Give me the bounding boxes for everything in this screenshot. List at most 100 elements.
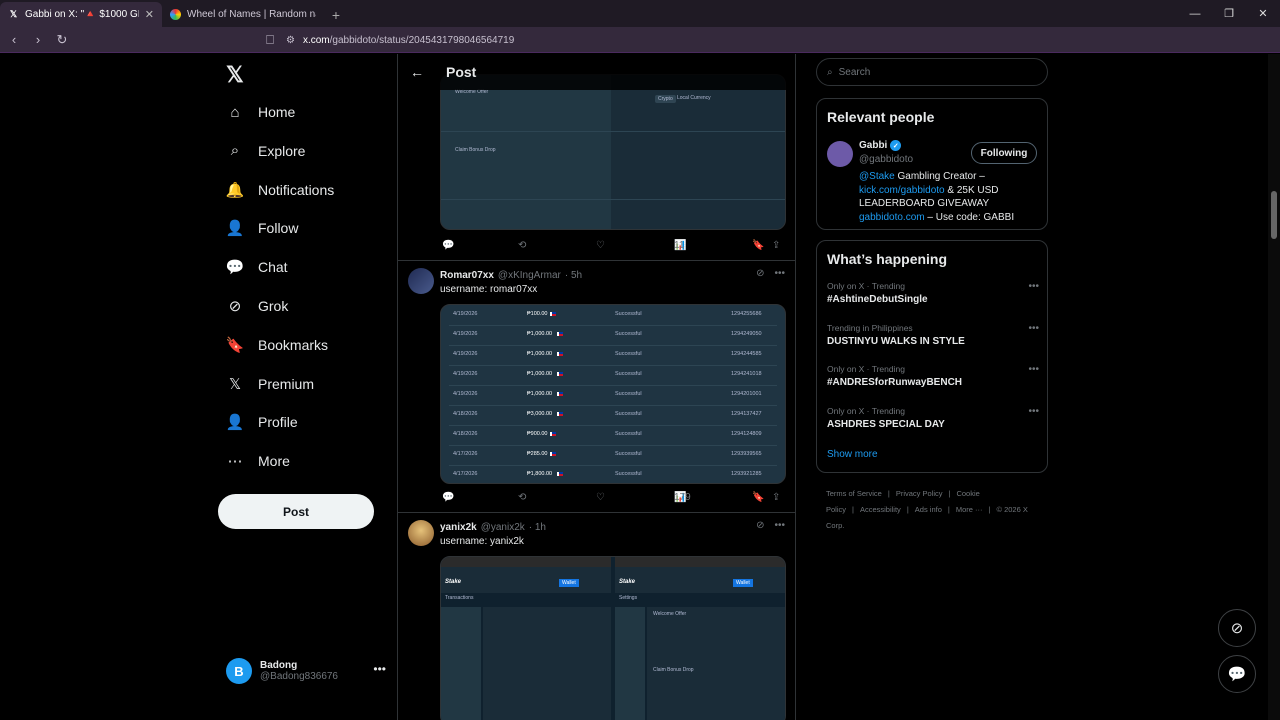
author-name[interactable]: Romar07xx xyxy=(440,270,494,281)
sidebar-item-chat[interactable]: 💬 Chat xyxy=(226,254,288,280)
ph-flag-icon xyxy=(556,472,563,476)
tx-date: 4/18/2026 xyxy=(453,431,478,437)
close-tab-icon[interactable]: ✕ xyxy=(145,8,154,21)
footer-link[interactable]: More ··· xyxy=(956,505,983,514)
tweet-author: Romar07xx @xKIngArmar · 5h xyxy=(440,268,582,282)
sidebar-item-follow[interactable]: 👤 Follow xyxy=(225,215,299,241)
author-handle[interactable]: @xKIngArmar xyxy=(498,270,561,281)
share-icon[interactable]: ⇪ xyxy=(772,240,780,251)
x-logo-icon[interactable]: 𝕏 xyxy=(226,62,244,88)
tx-status: Successful xyxy=(615,431,642,437)
more-dots-icon[interactable]: ••• xyxy=(1028,406,1039,417)
tweet-image-transactions[interactable]: 4/19/2026 ₱100.00 Successful 1294255686 4/19… xyxy=(440,304,786,484)
bio-mention[interactable]: @Stake xyxy=(859,171,895,182)
page-scrollbar[interactable] xyxy=(1268,54,1280,720)
author-handle[interactable]: @yanix2k xyxy=(481,522,525,533)
forward-arrow-icon[interactable]: › xyxy=(28,30,48,50)
sidebar-item-premium[interactable]: 𝕏 Premium xyxy=(226,371,314,397)
search-input[interactable]: ⌕ Search xyxy=(816,58,1048,86)
person-plus-icon: 👤 xyxy=(225,220,245,238)
views-icon[interactable]: 📊 179 xyxy=(674,492,691,503)
restore-icon[interactable]: ❐ xyxy=(1212,0,1246,27)
more-dots-icon[interactable]: ••• xyxy=(1028,281,1039,292)
footer-link[interactable]: Ads info xyxy=(915,505,942,514)
back-arrow-icon[interactable]: ← xyxy=(410,64,430,80)
tweet-actions-top: 💬 ⟲ ♡ 📊 11 🔖 ⇪ xyxy=(440,238,786,252)
trend-item[interactable]: Only on X · Trending #AshtineDebutSingle •… xyxy=(827,281,1039,305)
like-icon[interactable]: ♡ xyxy=(596,492,605,503)
minimize-icon[interactable]: — xyxy=(1178,0,1212,27)
views-icon[interactable]: 📊 11 xyxy=(674,240,686,251)
scrollbar-thumb[interactable] xyxy=(1271,191,1277,239)
more-dots-icon[interactable]: ••• xyxy=(1028,364,1039,375)
close-window-icon[interactable]: ✕ xyxy=(1246,0,1280,27)
more-dots-icon[interactable]: ••• xyxy=(1028,323,1039,334)
show-more-link[interactable]: Show more xyxy=(827,449,878,460)
bio-link-site[interactable]: gabbidoto.com xyxy=(859,212,925,223)
footer-link[interactable]: Accessibility xyxy=(860,505,901,514)
grok-icon[interactable]: ⊘ xyxy=(756,268,764,279)
sidebar-item-explore[interactable]: ⌕ Explore xyxy=(226,138,306,164)
avatar[interactable] xyxy=(408,268,434,294)
person-icon: 👤 xyxy=(225,414,245,432)
like-icon[interactable]: ♡ xyxy=(596,240,605,251)
site-info-icon[interactable]: ⚙ xyxy=(286,35,295,46)
tweet-time[interactable]: · 1h xyxy=(529,522,546,533)
footer-separator: | xyxy=(887,489,890,498)
back-arrow-icon[interactable]: ‹ xyxy=(4,30,24,50)
sidebar-item-profile[interactable]: 👤 Profile xyxy=(226,409,298,435)
bookmark-page-icon[interactable]: ⎕ xyxy=(260,30,280,50)
divider xyxy=(398,512,795,513)
tweet-tools: ⊘ ••• xyxy=(756,520,785,531)
footer-link[interactable]: Terms of Service xyxy=(826,489,882,498)
tx-amount: ₱1,000.00 xyxy=(527,331,553,337)
person-name[interactable]: Gabbi ✓ xyxy=(859,140,902,151)
bookmark-icon[interactable]: 🔖 xyxy=(752,492,764,503)
browser-tab-active[interactable]: 𝕏 Gabbi on X: "🔺 $1000 GIVEAWAY ✕ xyxy=(0,2,162,27)
tweet-image-stake[interactable]: Stake Stake Wallet Wallet Transactions S… xyxy=(440,556,786,720)
more-dots-icon[interactable]: ••• xyxy=(774,520,785,531)
trend-item[interactable]: Only on X · Trending ASHDRES SPECIAL DAY •… xyxy=(827,406,1039,430)
avatar[interactable] xyxy=(408,520,434,546)
bookmark-icon[interactable]: 🔖 xyxy=(752,240,764,251)
tx-amount: ₱285.00 xyxy=(527,451,548,457)
reply-icon[interactable]: 💬 xyxy=(442,492,454,503)
share-icon[interactable]: ⇪ xyxy=(772,492,780,503)
bio-link-kick[interactable]: kick.com/gabbidoto xyxy=(859,185,945,196)
repost-icon[interactable]: ⟲ xyxy=(518,492,526,503)
avatar[interactable] xyxy=(827,141,853,167)
url-field[interactable]: ⚙ x.com/gabbidoto/status/204543179804656… xyxy=(286,31,1026,49)
sidebar-item-more[interactable]: ⋯ More xyxy=(226,448,290,474)
footer-link[interactable]: Privacy Policy xyxy=(896,489,943,498)
reply-icon[interactable]: 💬 xyxy=(442,240,454,251)
more-dots-icon[interactable]: ••• xyxy=(774,268,785,279)
table-row: 4/19/2026 ₱1,000.00 Successful 1294249050 xyxy=(441,325,785,345)
trend-item[interactable]: Only on X · Trending #ANDRESforRunwayBENC… xyxy=(827,364,1039,388)
repost-icon[interactable]: ⟲ xyxy=(518,240,526,251)
sidebar-item-bookmarks[interactable]: 🔖 Bookmarks xyxy=(226,332,328,358)
chat-fab-icon[interactable]: 💬 xyxy=(1218,655,1256,693)
tx-amount: ₱900.00 xyxy=(527,431,548,437)
home-icon: ⌂ xyxy=(230,103,240,121)
sidebar-item-home[interactable]: ⌂ Home xyxy=(226,99,295,125)
more-dots-icon[interactable]: ••• xyxy=(373,662,386,676)
tx-status: Successful xyxy=(615,331,642,337)
grok-icon[interactable]: ⊘ xyxy=(756,520,764,531)
post-button[interactable]: Post xyxy=(218,494,374,529)
sidebar-item-grok[interactable]: ⊘ Grok xyxy=(226,293,289,319)
tweet-text: username: yanix2k xyxy=(440,536,524,547)
following-button[interactable]: Following xyxy=(971,142,1037,164)
sidebar-item-notifications[interactable]: 🔔 Notifications xyxy=(226,177,335,203)
table-row: 4/18/2026 ₱3,000.00 Successful 1294137427 xyxy=(441,405,785,425)
trend-item[interactable]: Trending in Philippines DUSTINYU WALKS IN… xyxy=(827,323,1039,347)
reload-icon[interactable]: ↻ xyxy=(52,30,72,50)
tweet-image-top[interactable]: Welcome Offer Claim Bonus Drop Crypto Lo… xyxy=(440,74,786,230)
account-switcher[interactable]: B Badong @Badong836676 ••• xyxy=(226,654,386,688)
bookmark-icon: 🔖 xyxy=(225,336,245,354)
new-tab-button[interactable]: + xyxy=(324,2,348,27)
tweet-time[interactable]: · 5h xyxy=(565,270,582,281)
grok-fab-icon[interactable]: ⊘ xyxy=(1218,609,1256,647)
person-handle[interactable]: @gabbidoto xyxy=(859,154,913,165)
browser-tab-wheel[interactable]: Wheel of Names | Random name pic xyxy=(162,2,324,27)
author-name[interactable]: yanix2k xyxy=(440,522,477,533)
